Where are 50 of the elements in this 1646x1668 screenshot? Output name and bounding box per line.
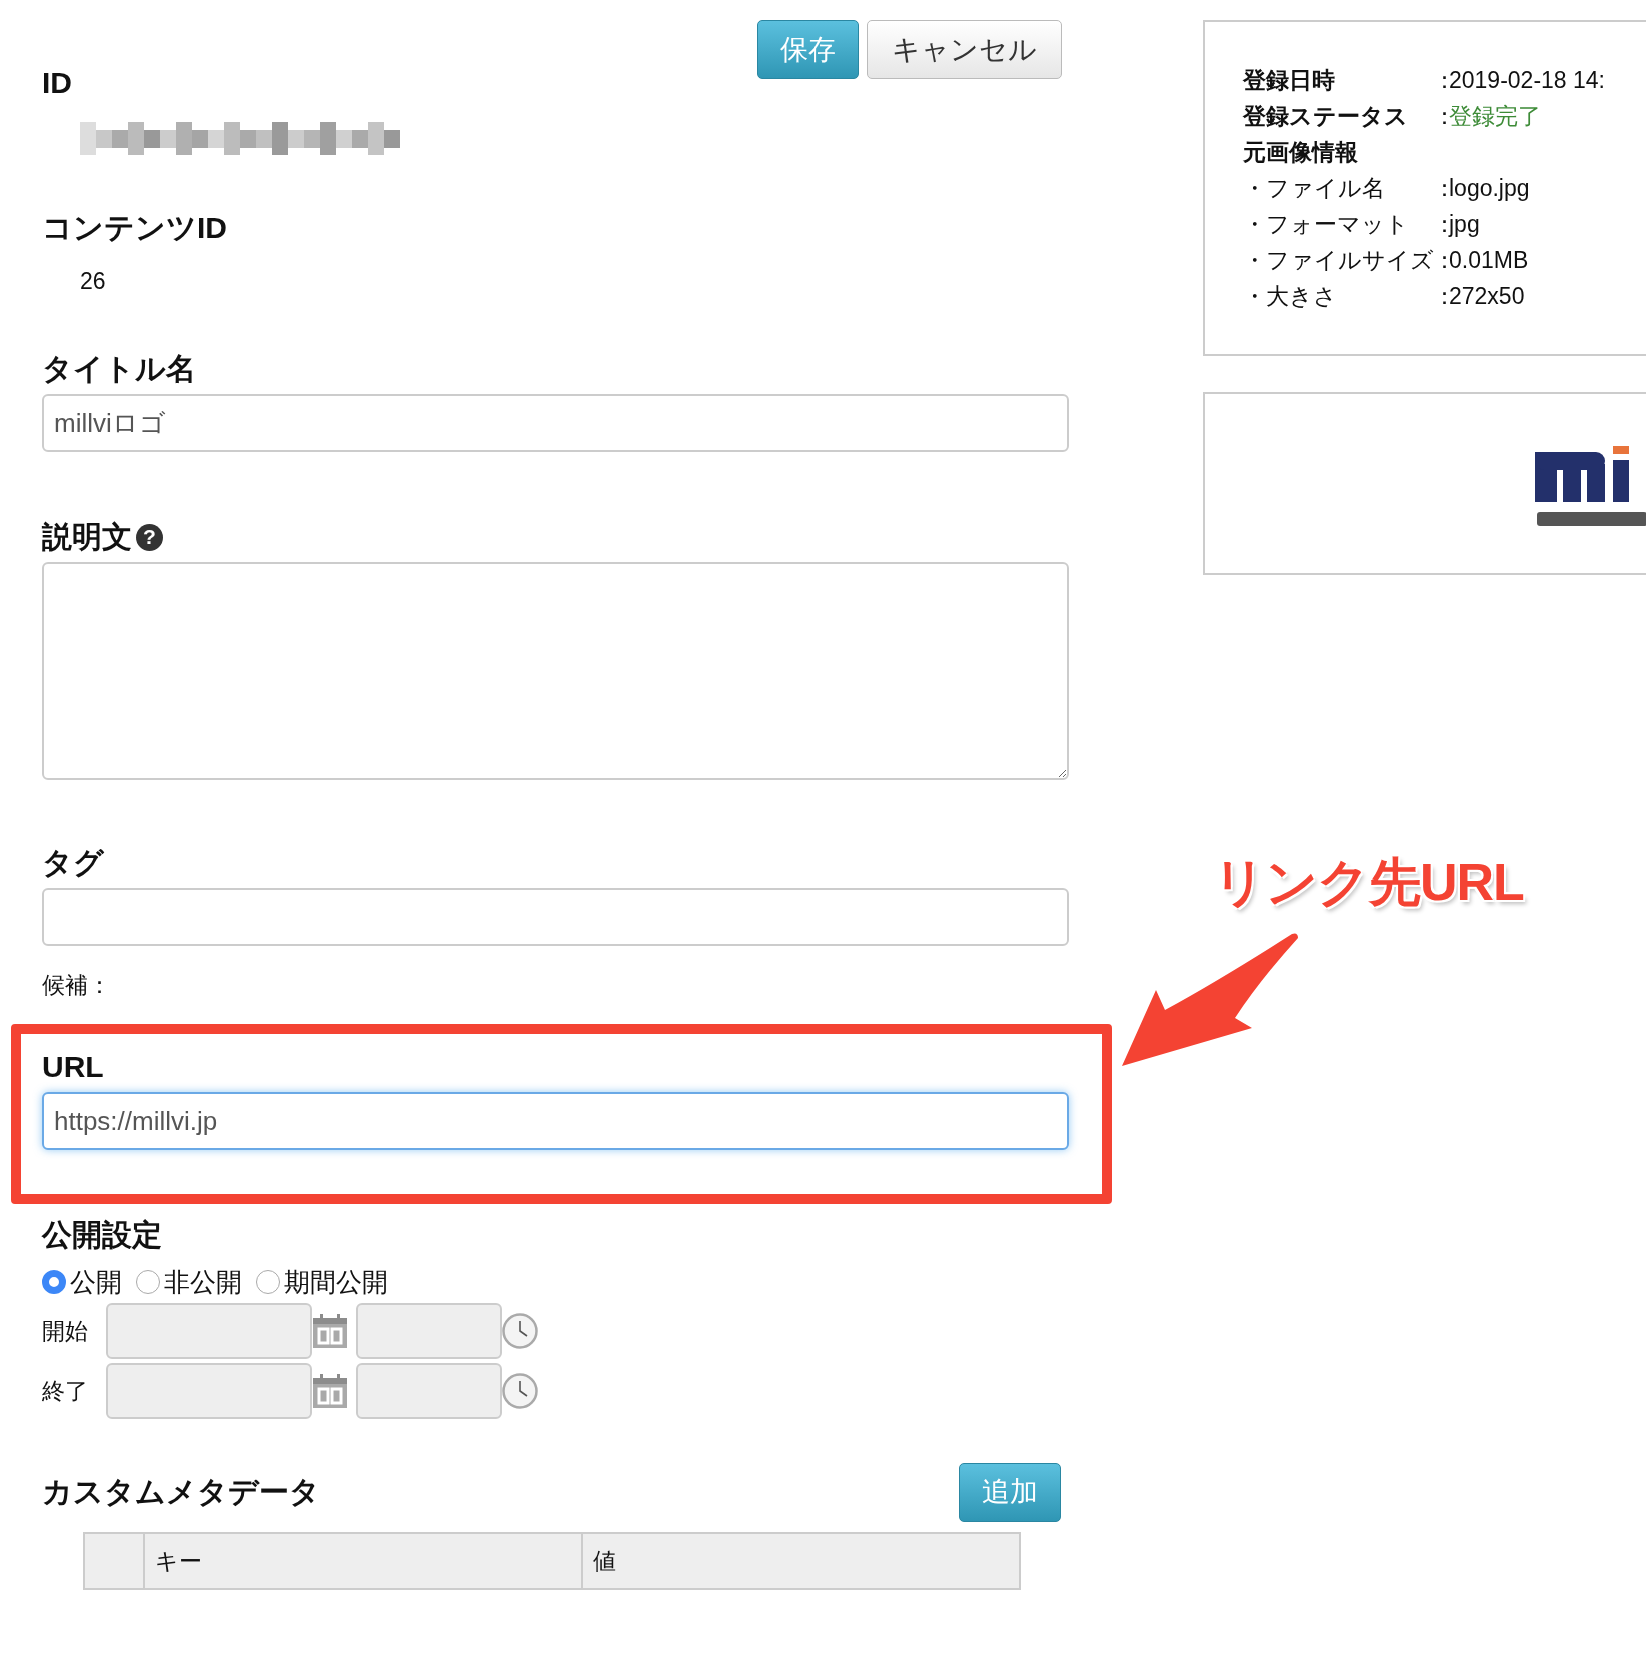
calendar-icon[interactable] — [312, 1313, 348, 1349]
field-label: URL — [42, 1049, 105, 1085]
colon-separator: ： — [1433, 209, 1449, 239]
radio-button[interactable] — [136, 1270, 160, 1294]
section-title: 公開設定 — [42, 1217, 163, 1253]
radio-button[interactable] — [256, 1270, 280, 1294]
suggestions-label: 候補： — [42, 971, 112, 1000]
section-title: カスタムメタデータ — [42, 1474, 320, 1510]
clock-icon[interactable] — [502, 1313, 538, 1349]
radio-label[interactable]: 期間公開 — [284, 1264, 388, 1300]
help-icon[interactable]: ? — [136, 523, 163, 551]
colon-separator: ： — [1433, 101, 1449, 131]
colon-separator: ： — [1433, 173, 1449, 203]
annotation-label: リンク先URL — [1213, 852, 1524, 913]
text-field[interactable]: millviロゴ — [42, 394, 1069, 452]
field-label: 説明文 — [42, 519, 132, 555]
colon-separator: ： — [1433, 281, 1449, 311]
info-label: ・フォーマット — [1243, 209, 1410, 239]
info-label: 登録ステータス — [1243, 101, 1409, 131]
column-header: 値 — [581, 1534, 1019, 1588]
colon-separator: ： — [1433, 65, 1449, 95]
radio-button[interactable] — [42, 1270, 66, 1294]
text-field[interactable]: https://millvi.jp — [42, 1092, 1069, 1150]
field-label: コンテンツID — [42, 210, 228, 246]
colon-separator: ： — [1433, 245, 1449, 275]
info-value: logo.jpg — [1449, 174, 1530, 202]
description-field[interactable] — [42, 562, 1069, 780]
column-header: キー — [143, 1534, 581, 1588]
text-field[interactable] — [42, 888, 1069, 946]
info-value: 2019-02-18 14: — [1449, 66, 1605, 94]
field-label: タグ — [42, 845, 105, 881]
status-value: 登録完了 — [1449, 101, 1541, 131]
calendar-icon[interactable] — [312, 1373, 348, 1409]
cancel-button[interactable]: キャンセル — [867, 20, 1062, 79]
info-label: ・大きさ — [1243, 281, 1338, 311]
field-label: タイトル名 — [42, 351, 197, 387]
info-value: jpg — [1449, 210, 1480, 238]
clock-icon[interactable] — [502, 1373, 538, 1409]
field-value: 26 — [80, 267, 107, 296]
info-value: 272x50 — [1449, 282, 1525, 310]
period-label: 終了 — [42, 1376, 89, 1406]
field-label: ID — [42, 65, 73, 101]
period-label: 開始 — [42, 1316, 89, 1346]
radio-label[interactable]: 非公開 — [164, 1264, 242, 1300]
radio-label[interactable]: 公開 — [70, 1264, 122, 1300]
info-label: 登録日時 — [1243, 65, 1336, 95]
info-heading: 元画像情報 — [1243, 137, 1359, 167]
info-label: ・ファイルサイズ — [1243, 245, 1433, 275]
info-label: ・ファイル名 — [1243, 173, 1386, 203]
info-value: 0.01MB — [1449, 246, 1529, 274]
